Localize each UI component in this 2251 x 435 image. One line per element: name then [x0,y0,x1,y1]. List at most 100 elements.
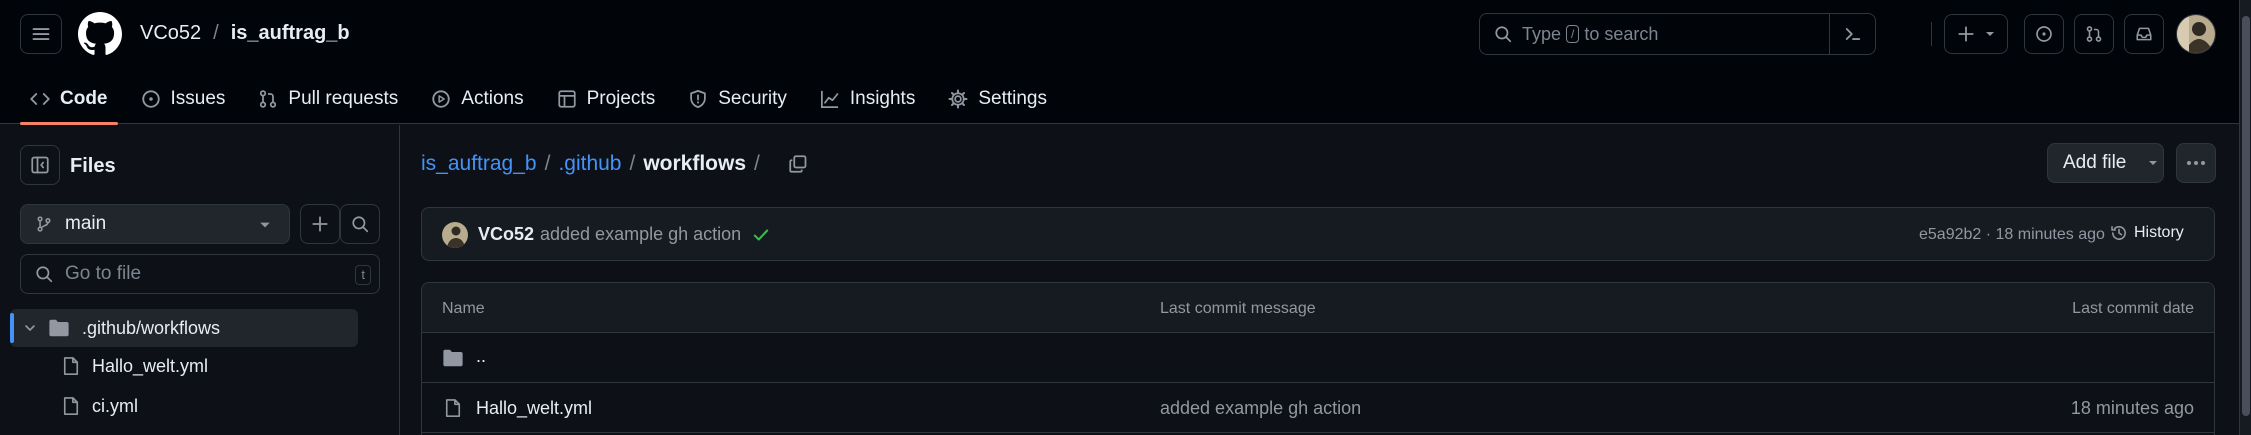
add-file-button[interactable]: Add file [2047,143,2164,183]
breadcrumb-separator: / [629,152,636,175]
breadcrumb-current: workflows [643,152,747,175]
more-options-button[interactable] [2176,143,2216,183]
latest-commit-bar: VCo52 added example gh action e5a92b2 · … [421,207,2215,261]
repo-nav: Code Issues Pull requests Actions Projec… [20,74,1070,125]
file-icon [445,399,461,417]
scrollbar[interactable] [2239,0,2251,435]
tree-item-file[interactable]: Hallo_welt.yml [10,347,358,385]
file-tree-sidebar: Files main Go to file t .github/workflow… [0,125,400,435]
table-header: Name Last commit message Last commit dat… [422,283,2214,333]
tab-issues[interactable]: Issues [131,74,236,124]
tab-insights[interactable]: Insights [810,74,925,124]
breadcrumb-repo-link[interactable]: is_auftrag_b [421,152,537,176]
user-avatar[interactable] [2176,14,2216,54]
tab-label: Code [60,88,108,109]
sidebar-title: Files [70,155,116,177]
plus-icon [312,216,328,232]
tab-label: Settings [978,88,1047,109]
owner-link[interactable]: VCo52 [140,22,201,45]
search-input[interactable]: Type / to search [1479,13,1876,55]
column-header-message: Last commit message [1160,300,1316,317]
tab-security[interactable]: Security [678,74,797,124]
copy-path-button[interactable] [788,154,808,174]
commit-message[interactable]: added example gh action [540,224,741,245]
commit-author-avatar[interactable] [442,222,468,248]
scrollbar-thumb[interactable] [2242,16,2250,416]
commit-meta[interactable]: e5a92b2 · 18 minutes ago [1919,226,2105,244]
code-icon [30,93,50,105]
breadcrumb-dir-link[interactable]: .github [558,152,621,176]
pull-request-icon [260,90,277,108]
tab-projects[interactable]: Projects [547,74,666,124]
collapse-sidebar-button[interactable] [20,145,60,185]
kebab-horizontal-icon [2187,161,2205,165]
shield-icon [690,90,706,108]
folder-icon [49,319,69,337]
plus-icon [1958,26,1974,42]
issues-shortcut-button[interactable] [2024,14,2064,54]
check-icon[interactable] [752,226,770,244]
copy-icon [789,155,807,173]
search-icon [1495,26,1512,43]
create-new-button[interactable] [1944,14,2008,54]
branch-name: main [65,213,107,234]
pull-request-icon [2086,26,2102,42]
breadcrumb-separator: / [544,152,551,175]
inbox-icon [2136,27,2152,41]
command-palette-button[interactable] [1829,14,1875,54]
table-icon [557,90,576,108]
file-name-link[interactable]: Hallo_welt.yml [476,398,592,419]
repo-link[interactable]: is_auftrag_b [231,22,350,45]
chevron-down-icon [25,325,35,331]
hamburger-icon [32,28,50,40]
file-commit-date: 18 minutes ago [2070,398,2194,418]
parent-directory-row[interactable]: .. [422,333,2214,383]
tab-code[interactable]: Code [20,74,118,125]
header-divider [1931,22,1932,46]
chevron-down-icon [260,222,270,228]
chevron-down-icon [2149,161,2158,165]
history-label: History [2134,224,2184,241]
tab-label: Projects [586,88,656,109]
search-shortcut-key: / [1566,25,1580,43]
tab-label: Insights [849,88,916,109]
parent-directory-link[interactable]: .. [476,346,486,367]
tree-item-folder[interactable]: .github/workflows [10,309,358,347]
issue-icon [2036,26,2052,42]
tab-label: Security [718,88,787,109]
tree-item-file[interactable]: ci.yml [10,387,358,425]
file-commit-message[interactable]: added example gh action [1160,398,1361,419]
go-to-file-input[interactable]: Go to file t [20,254,380,294]
tab-label: Pull requests [288,88,399,109]
github-logo-icon[interactable] [78,12,122,56]
terminal-icon [1845,28,1860,40]
tab-label: Issues [170,88,226,109]
folder-icon [443,349,463,367]
tab-actions[interactable]: Actions [421,74,533,124]
history-button[interactable]: History [2110,224,2184,242]
branch-icon [37,216,51,232]
branch-selector[interactable]: main [20,204,290,244]
play-icon [432,90,450,108]
breadcrumb-separator: / [754,152,760,175]
breadcrumb-separator: / [213,22,219,44]
tree-item-label: ci.yml [92,395,138,416]
chevron-down-icon [1986,32,1994,36]
commit-author[interactable]: VCo52 [478,224,534,245]
add-file-sidebar-button[interactable] [300,204,340,244]
tab-label: Actions [461,88,524,109]
pull-requests-shortcut-button[interactable] [2074,14,2114,54]
search-placeholder-prefix: Type [1522,23,1562,44]
search-files-button[interactable] [340,204,380,244]
search-icon [352,216,369,233]
path-breadcrumb: is_auftrag_b / .github / workflows / [421,152,808,176]
tree-item-label: .github/workflows [82,317,221,338]
tab-settings[interactable]: Settings [938,74,1057,124]
gear-icon [948,89,968,109]
tree-item-label: Hallo_welt.yml [92,355,209,376]
search-icon [36,266,53,283]
inbox-button[interactable] [2124,14,2164,54]
file-icon [63,397,79,415]
tab-pull-requests[interactable]: Pull requests [248,74,408,124]
menu-button[interactable] [20,14,62,54]
